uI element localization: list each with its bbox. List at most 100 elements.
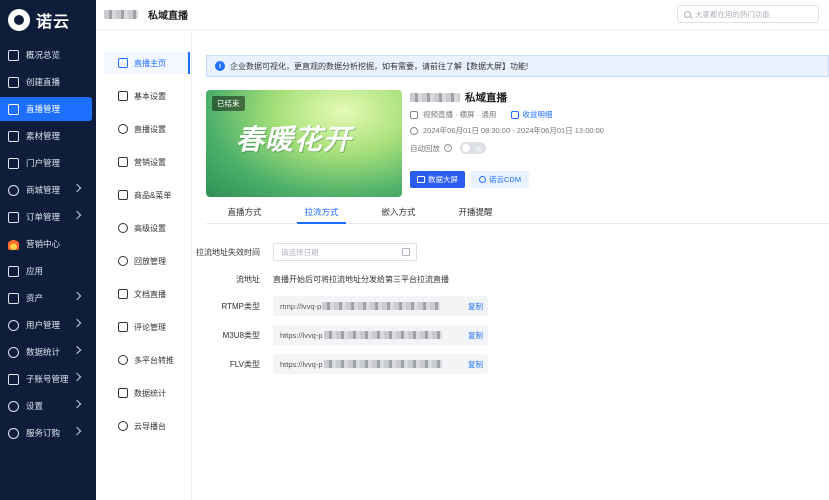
sidebar-item-service[interactable]: 服务订购 — [0, 421, 92, 445]
sidebar-item-assets[interactable]: 资产 — [0, 286, 92, 310]
stats-icon — [118, 388, 128, 398]
live-icon — [8, 103, 19, 115]
submenu-item-label: 云导播台 — [134, 421, 166, 431]
sidebar-item-label: 商城管理 — [26, 185, 61, 195]
submenu-item-marketing[interactable]: 营销设置 — [96, 151, 191, 173]
sidebar-item-create-live[interactable]: 创建直播 — [0, 70, 92, 94]
chevron-right-icon — [72, 210, 82, 220]
cdm-button[interactable]: 诺云CDM — [471, 171, 530, 188]
status-badge: 已结束 — [212, 96, 245, 111]
live-type: 视频直播 · 横屏 · 通用 — [423, 110, 497, 119]
chevron-right-icon — [72, 318, 82, 328]
brand-logo[interactable]: 诺云 — [0, 0, 96, 40]
submenu-item-statistics[interactable]: 数据统计 — [96, 382, 191, 404]
wallet-icon — [511, 110, 520, 119]
button-label: 数据大屏 — [428, 175, 458, 184]
sidebar-item-live-manage[interactable]: 直播管理 — [0, 97, 92, 121]
action-buttons: 数据大屏 诺云CDM — [410, 171, 819, 188]
sidebar-item-mall[interactable]: 商城管理 — [0, 178, 92, 202]
submenu-item-live-home[interactable]: 直播主页 — [104, 52, 190, 74]
wallet-icon — [8, 292, 19, 304]
sidebar-item-marketing[interactable]: 营销中心 — [0, 232, 92, 256]
chevron-right-icon — [72, 183, 82, 193]
submenu-item-advanced[interactable]: 高级设置 — [96, 217, 191, 239]
tab-start-reminder[interactable]: 开播提醒 — [437, 202, 514, 223]
notice-text: 企业数据可视化，更直观的数据分析挖掘，如有需要，请前往了解【数据大屏】功能! — [230, 61, 529, 71]
sidebar-item-material[interactable]: 素材管理 — [0, 124, 92, 148]
income-detail-link[interactable]: 收益明细 — [511, 109, 552, 120]
submenu-item-label: 直播设置 — [134, 124, 166, 134]
m3u8-url-field[interactable]: https://lvvq-p 复制 — [273, 325, 488, 345]
submenu-item-live-settings[interactable]: 直播设置 — [96, 118, 191, 140]
sidebar-item-portal[interactable]: 门户管理 — [0, 151, 92, 175]
sidebar-item-label: 创建直播 — [26, 77, 61, 87]
submenu-item-basic-settings[interactable]: 基本设置 — [96, 85, 191, 107]
submenu-item-document-live[interactable]: 文档直播 — [96, 283, 191, 305]
sidebar-item-apps[interactable]: 应用 — [0, 259, 92, 283]
document-icon — [118, 289, 128, 299]
replay-icon — [118, 256, 128, 266]
submenu-item-cloud-director[interactable]: 云导播台 — [96, 415, 191, 437]
search-placeholder: 大家都在用的热门功能 — [695, 9, 770, 19]
logo-icon — [8, 9, 30, 31]
main-content: i 企业数据可视化，更直观的数据分析挖掘，如有需要，请前往了解【数据大屏】功能!… — [192, 30, 829, 500]
goods-icon — [118, 190, 128, 200]
chevron-right-icon — [72, 426, 82, 436]
copy-m3u8-button[interactable]: 复制 — [468, 330, 483, 341]
flv-url-field[interactable]: https://lvvq-p 复制 — [273, 354, 488, 374]
advanced-icon — [118, 223, 128, 233]
submenu-item-multi-platform[interactable]: 多平台转推 — [96, 349, 191, 371]
submenu-item-label: 多平台转推 — [134, 355, 174, 365]
sidebar-item-orders[interactable]: 订单管理 — [0, 205, 92, 229]
sidebar-item-label: 素材管理 — [26, 131, 61, 141]
copy-rtmp-button[interactable]: 复制 — [468, 301, 483, 312]
home-icon — [118, 58, 128, 68]
submenu-item-label: 商品&菜单 — [134, 190, 172, 200]
data-screen-button[interactable]: 数据大屏 — [410, 171, 465, 188]
submenu-item-comments[interactable]: 评论管理 — [96, 316, 191, 338]
dashboard-icon — [8, 49, 19, 61]
income-link-label: 收益明细 — [522, 110, 553, 119]
sidebar-item-settings[interactable]: 设置 — [0, 394, 92, 418]
shop-icon — [8, 184, 19, 196]
stream-address-row: 流地址 直播开始后可将拉流地址分发给第三平台拉流直播 — [192, 274, 449, 285]
help-icon[interactable]: ? — [444, 144, 452, 152]
sidebar-item-overview[interactable]: 概况总览 — [0, 43, 92, 67]
sidebar-item-label: 营销中心 — [26, 239, 61, 249]
sidebar-item-label: 设置 — [26, 401, 44, 411]
plus-square-icon — [8, 76, 19, 88]
url-prefix: https://lvvq-p — [280, 330, 323, 340]
sidebar-item-sub-accounts[interactable]: 子账号管理 — [0, 367, 92, 391]
tab-live-method[interactable]: 直播方式 — [206, 202, 283, 223]
expire-date-picker[interactable]: 请选择日期 — [273, 243, 417, 261]
sidebar-item-label: 应用 — [26, 266, 44, 276]
share-icon — [118, 355, 128, 365]
sidebar-item-label: 门户管理 — [26, 158, 61, 168]
live-submenu: 直播主页 基本设置 直播设置 营销设置 商品&菜单 高级设置 回放管理 文档直播… — [96, 30, 192, 500]
chevron-right-icon — [72, 345, 82, 355]
live-title: 私域直播 — [465, 91, 507, 104]
info-icon: i — [215, 61, 225, 71]
sidebar-item-users[interactable]: 用户管理 — [0, 313, 92, 337]
chevron-right-icon — [72, 372, 82, 382]
tab-pull-stream[interactable]: 拉流方式 — [283, 202, 360, 224]
expire-time-label: 拉流地址失效时间 — [196, 247, 260, 257]
order-icon — [8, 211, 19, 223]
copy-flv-button[interactable]: 复制 — [468, 359, 483, 370]
live-cover-image[interactable]: 已结束 春暖花开 — [206, 90, 402, 197]
auto-replay-toggle[interactable]: 关 — [460, 142, 486, 154]
cdm-icon — [479, 176, 486, 183]
toggle-state: 关 — [475, 146, 483, 153]
rtmp-url-field[interactable]: rtmp://lvvq-p 复制 — [273, 296, 488, 316]
sidebar-item-label: 资产 — [26, 293, 44, 303]
redacted-url — [322, 302, 441, 310]
sidebar-item-statistics[interactable]: 数据统计 — [0, 340, 92, 364]
m3u8-label: M3U8类型 — [222, 330, 260, 340]
cover-art-text: 春暖花开 — [236, 123, 353, 156]
tab-embed[interactable]: 嵌入方式 — [360, 202, 437, 223]
submenu-item-label: 回放管理 — [134, 256, 166, 266]
submenu-item-goods-menu[interactable]: 商品&菜单 — [96, 184, 191, 206]
search-input[interactable]: 大家都在用的热门功能 — [677, 5, 819, 23]
live-type-row: 视频直播 · 横屏 · 通用 收益明细 — [410, 109, 819, 120]
submenu-item-replay[interactable]: 回放管理 — [96, 250, 191, 272]
